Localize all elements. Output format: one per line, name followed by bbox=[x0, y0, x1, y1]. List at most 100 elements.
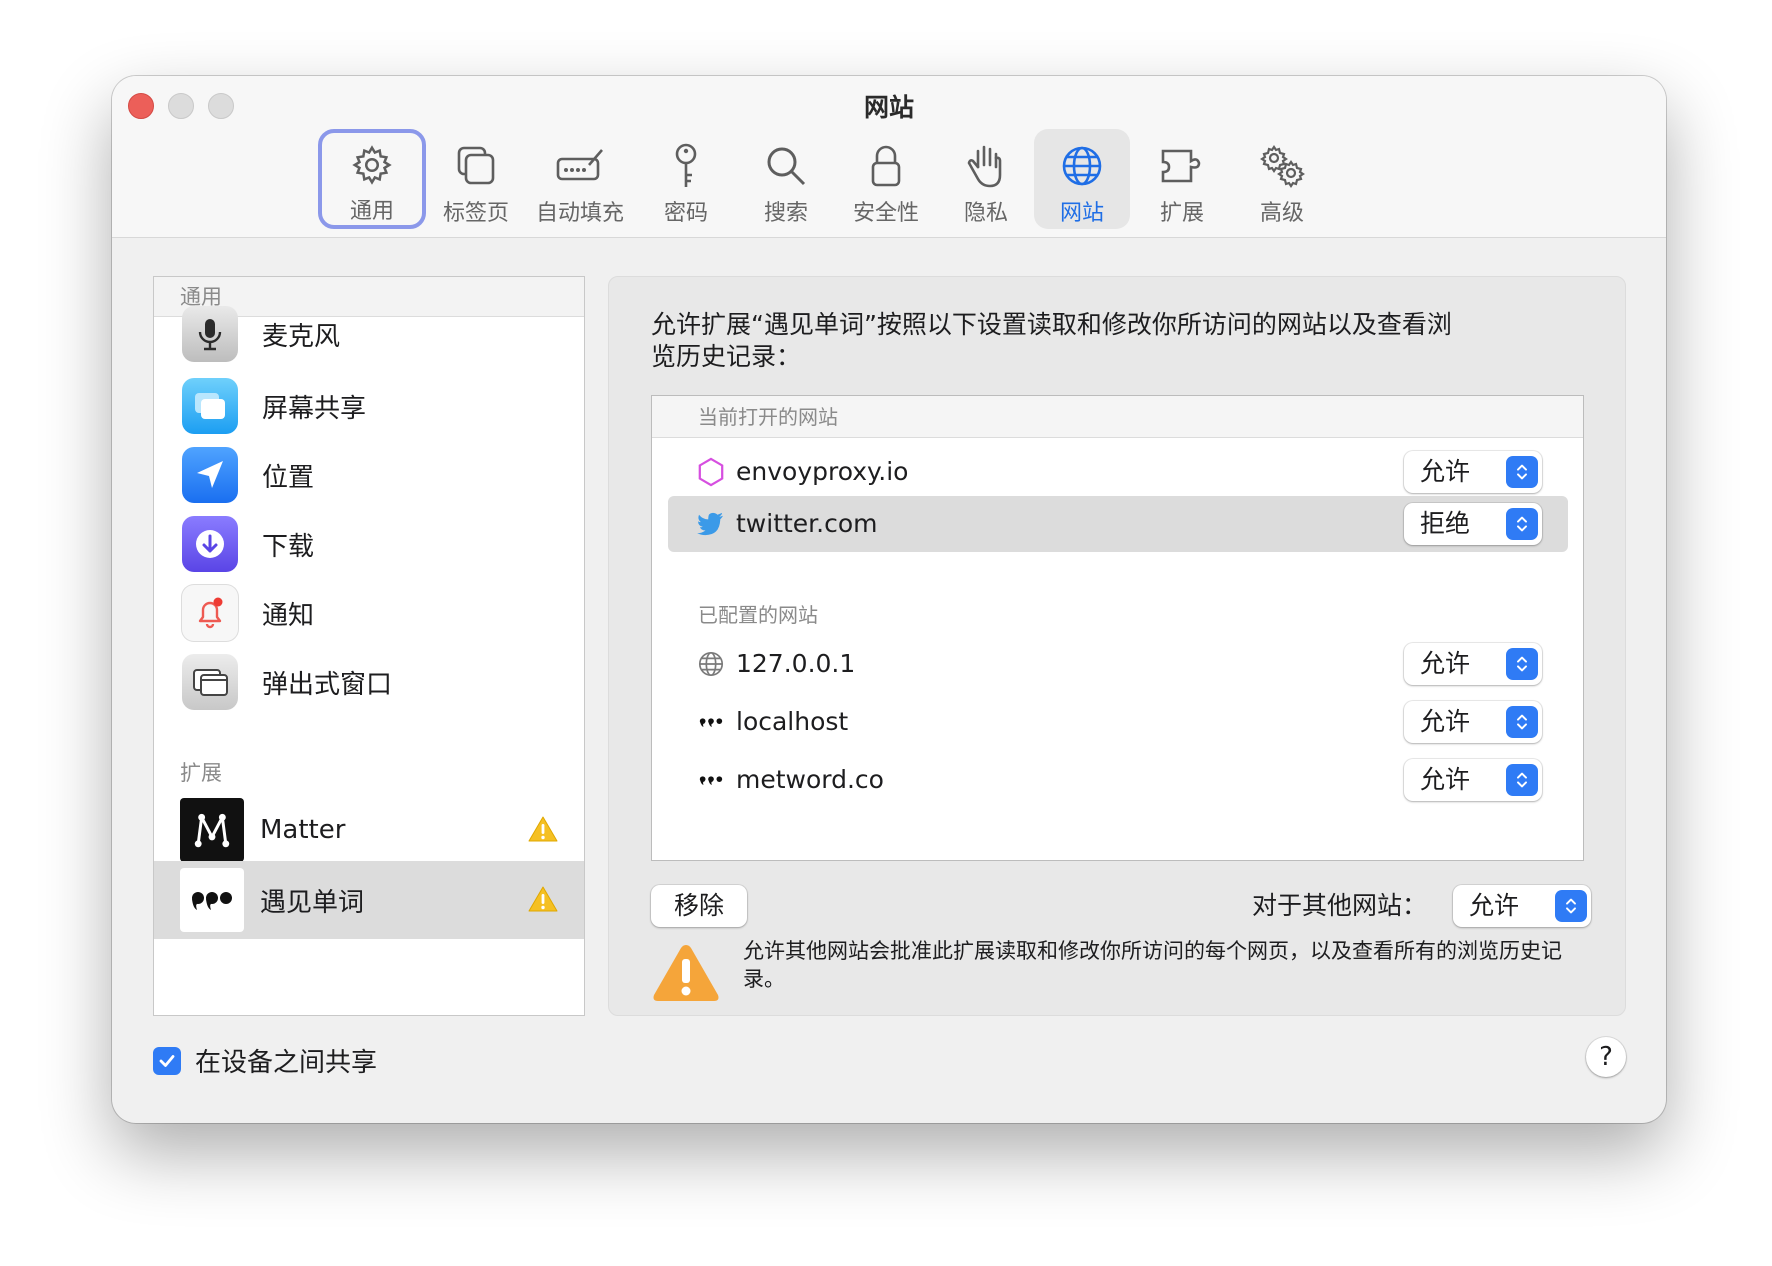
sidebar-item-notifications[interactable]: 通知 bbox=[154, 574, 584, 652]
site-permission-select[interactable]: 允许 bbox=[1404, 759, 1542, 801]
chevron-updown-icon bbox=[1506, 508, 1538, 540]
help-button[interactable]: ? bbox=[1586, 1037, 1626, 1077]
other-sites-permission-select[interactable]: 允许 bbox=[1453, 885, 1591, 927]
warning-text: 允许其他网站会批准此扩展读取和修改你所访问的每个网页，以及查看所有的浏览历史记录… bbox=[743, 939, 1562, 991]
site-permission-select[interactable]: 允许 bbox=[1404, 643, 1542, 685]
twitter-bird-icon bbox=[696, 508, 726, 540]
sidebar-item-label: 麦克风 bbox=[262, 321, 341, 352]
site-row-localhost-ip[interactable]: 127.0.0.1 允许 bbox=[668, 636, 1568, 692]
sidebar-item-label: 位置 bbox=[262, 462, 315, 493]
tab-label: 隐私 bbox=[963, 201, 1008, 226]
permissions-sidebar: 通用 麦克风 屏幕共享 位置 下载 通知 弹出式窗口 扩展 Matter 遇见单… bbox=[153, 276, 585, 1016]
select-value: 允许 bbox=[1420, 707, 1471, 736]
chevron-updown-icon bbox=[1555, 890, 1587, 922]
site-name: twitter.com bbox=[736, 509, 878, 538]
site-name: localhost bbox=[736, 707, 849, 736]
chevron-updown-icon bbox=[1506, 706, 1538, 738]
permission-description: 允许扩展“遇见单词”按照以下设置读取和修改你所访问的网站以及查看浏览历史记录： bbox=[651, 310, 1452, 371]
select-value: 允许 bbox=[1420, 765, 1471, 794]
matter-logo-icon bbox=[180, 798, 244, 862]
open-sites-header: 当前打开的网站 bbox=[652, 396, 1583, 438]
site-row-envoyproxy[interactable]: envoyproxy.io 允许 bbox=[668, 444, 1568, 500]
share-across-devices[interactable]: 在设备之间共享 bbox=[153, 1042, 377, 1079]
metword-logo-icon bbox=[180, 868, 244, 932]
sidebar-item-location[interactable]: 位置 bbox=[154, 436, 584, 514]
site-row-localhost[interactable]: localhost 允许 bbox=[668, 694, 1568, 750]
tabs-icon bbox=[457, 146, 495, 185]
search-icon bbox=[767, 147, 806, 186]
share-label: 在设备之间共享 bbox=[195, 1048, 378, 1078]
location-icon bbox=[182, 447, 238, 503]
chevron-updown-icon bbox=[1506, 648, 1538, 680]
sidebar-section-extensions: 扩展 bbox=[180, 761, 222, 785]
tab-label: 高级 bbox=[1259, 201, 1304, 226]
site-permission-select[interactable]: 拒绝 bbox=[1404, 503, 1542, 545]
tab-websites[interactable]: 网站 bbox=[1034, 129, 1130, 229]
checkmark-icon bbox=[159, 1054, 175, 1067]
tab-label: 搜索 bbox=[763, 201, 808, 226]
select-value: 允许 bbox=[1469, 891, 1520, 920]
tab-tabs[interactable]: 标签页 bbox=[432, 129, 520, 229]
sidebar-item-label: 下载 bbox=[262, 531, 315, 562]
bell-icon bbox=[182, 585, 238, 641]
globe-icon bbox=[1062, 146, 1102, 186]
remove-button[interactable]: 移除 bbox=[651, 885, 747, 927]
sidebar-item-label: 通知 bbox=[262, 600, 315, 631]
extension-settings-panel: 允许扩展“遇见单词”按照以下设置读取和修改你所访问的网站以及查看浏览历史记录： … bbox=[608, 276, 1626, 1016]
sidebar-item-matter[interactable]: Matter bbox=[154, 791, 584, 869]
tab-label: 安全性 bbox=[852, 201, 919, 226]
preferences-window: 网站 通用 标签页 自动填充 密码 搜索 安全性 隐私 网站 扩展 高级 通用 … bbox=[112, 76, 1666, 1123]
select-value: 拒绝 bbox=[1420, 509, 1471, 538]
hexagon-icon bbox=[696, 456, 726, 488]
site-name: 127.0.0.1 bbox=[736, 649, 856, 678]
window-title: 网站 bbox=[863, 93, 914, 122]
tab-passwords[interactable]: 密码 bbox=[638, 129, 734, 229]
sidebar-item-label: 弹出式窗口 bbox=[262, 669, 393, 700]
chevron-updown-icon bbox=[1506, 764, 1538, 796]
tab-autofill[interactable]: 自动填充 bbox=[528, 129, 632, 229]
download-icon bbox=[182, 516, 238, 572]
sidebar-item-screen-share[interactable]: 屏幕共享 bbox=[154, 367, 584, 445]
tab-label: 自动填充 bbox=[535, 201, 624, 226]
tab-privacy[interactable]: 隐私 bbox=[938, 129, 1034, 229]
titlebar: 网站 通用 标签页 自动填充 密码 搜索 安全性 隐私 网站 扩展 高级 bbox=[112, 76, 1666, 238]
sidebar-item-label: 屏幕共享 bbox=[262, 393, 367, 424]
puzzle-icon bbox=[1161, 149, 1201, 183]
sidebar-item-label: Matter bbox=[260, 815, 346, 845]
warning-icon bbox=[653, 945, 719, 1001]
tab-label: 密码 bbox=[663, 201, 708, 226]
sidebar-item-downloads[interactable]: 下载 bbox=[154, 505, 584, 583]
warning-icon bbox=[528, 886, 558, 912]
website-list: 当前打开的网站 envoyproxy.io 允许 twitter.com 拒绝 bbox=[651, 395, 1584, 861]
microphone-icon bbox=[182, 306, 238, 362]
sidebar-item-microphone[interactable]: 麦克风 bbox=[154, 295, 584, 373]
other-sites-label: 对于其他网站： bbox=[1251, 891, 1427, 920]
tab-label: 网站 bbox=[1059, 201, 1104, 226]
site-name: metword.co bbox=[736, 765, 884, 794]
sidebar-item-metword[interactable]: 遇见单词 bbox=[154, 861, 584, 939]
gears-icon bbox=[1260, 145, 1305, 188]
metword-dots-icon bbox=[696, 706, 726, 738]
site-row-twitter[interactable]: twitter.com 拒绝 bbox=[668, 496, 1568, 552]
tab-label: 扩展 bbox=[1159, 201, 1204, 226]
tab-label: 标签页 bbox=[442, 201, 509, 226]
tab-search[interactable]: 搜索 bbox=[738, 129, 834, 229]
site-name: envoyproxy.io bbox=[736, 457, 909, 486]
tab-security[interactable]: 安全性 bbox=[838, 129, 934, 229]
select-value: 允许 bbox=[1420, 649, 1471, 678]
site-permission-select[interactable]: 允许 bbox=[1404, 451, 1542, 493]
warning-icon bbox=[528, 816, 558, 842]
site-permission-select[interactable]: 允许 bbox=[1404, 701, 1542, 743]
autofill-icon bbox=[556, 149, 603, 181]
site-row-metword[interactable]: metword.co 允许 bbox=[668, 752, 1568, 808]
tab-extensions[interactable]: 扩展 bbox=[1134, 129, 1230, 229]
tab-general[interactable]: 通用 bbox=[318, 129, 426, 229]
chevron-updown-icon bbox=[1506, 456, 1538, 488]
metword-dots-icon bbox=[696, 764, 726, 796]
screen-share-icon bbox=[182, 378, 238, 434]
popup-window-icon bbox=[182, 654, 238, 710]
key-icon bbox=[675, 143, 697, 187]
sidebar-item-popup-windows[interactable]: 弹出式窗口 bbox=[154, 643, 584, 721]
share-checkbox[interactable] bbox=[153, 1046, 181, 1075]
tab-advanced[interactable]: 高级 bbox=[1234, 129, 1330, 229]
